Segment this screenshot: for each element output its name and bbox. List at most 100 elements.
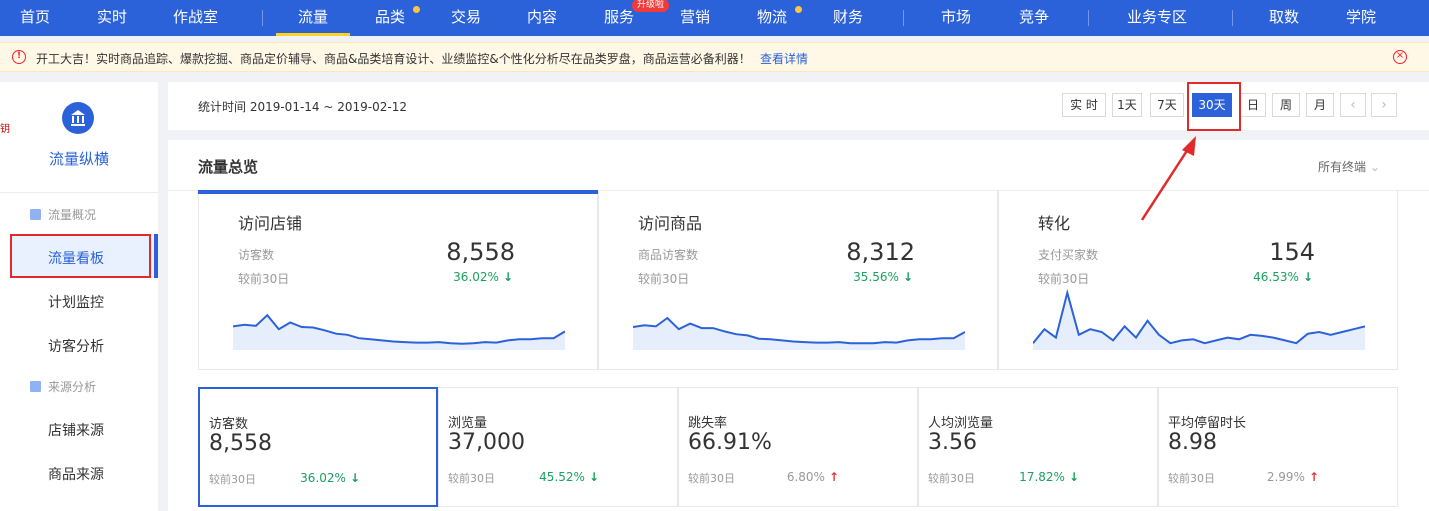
nav-service[interactable]: 服务: [604, 0, 634, 36]
arrow-down-icon: ↓: [502, 270, 513, 284]
nav-category-dot: [413, 6, 420, 13]
notice-detail-link[interactable]: 查看详情: [760, 50, 808, 67]
nav-academy[interactable]: 学院: [1346, 0, 1376, 36]
time-btn-7day[interactable]: 7天: [1150, 93, 1184, 117]
metric-label: 访客数: [209, 417, 249, 432]
nav-separator: [903, 10, 904, 26]
metric-compare-label: 较前30日: [928, 472, 975, 485]
card-label: 商品访客数: [638, 248, 699, 262]
card-value: 8,558: [446, 238, 515, 266]
nav-logistics-dot: [795, 6, 802, 13]
arrow-down-icon: ↓: [1302, 270, 1313, 284]
time-btn-week[interactable]: 周: [1272, 93, 1300, 117]
nav-realtime[interactable]: 实时: [97, 0, 127, 36]
sidebar: 钥 流量纵横 流量概况 流量看板 计划监控 访客分析 来源分析 店铺来源 商品来…: [0, 82, 158, 511]
arrow-up-icon: ↑: [828, 470, 839, 484]
metric-avg-stay-time[interactable]: 平均停留时长 8.98 较前30日 2.99% ↑: [1158, 387, 1398, 507]
card-change-percent: 46.53% ↓: [1253, 270, 1313, 284]
nav-category[interactable]: 品类: [375, 0, 405, 36]
metric-label: 平均停留时长: [1168, 416, 1247, 431]
metric-compare-label: 较前30日: [1168, 472, 1215, 485]
top-nav: 首页 实时 作战室 流量 品类 交易 内容 服务 升级啦 营销 物流 财务 市场…: [0, 0, 1429, 36]
card-label: 支付买家数: [1038, 248, 1099, 262]
document-icon: [30, 381, 41, 392]
nav-traffic[interactable]: 流量: [275, 0, 351, 36]
metric-change-percent: 45.52% ↓: [539, 470, 599, 484]
notice-text: 开工大吉！实时商品追踪、爆款挖掘、商品定价辅导、商品&品类培育设计、业绩监控&个…: [36, 52, 751, 66]
prev-page-button[interactable]: ‹: [1340, 93, 1366, 117]
sparkline-product: [633, 316, 965, 350]
metric-value: 37,000: [448, 430, 525, 455]
sparkline-conversion: [1033, 288, 1365, 350]
metric-label: 跳失率: [688, 416, 728, 431]
sidebar-item-visitor-analysis[interactable]: 访客分析: [48, 336, 104, 356]
arrow-down-icon: ↓: [349, 471, 360, 485]
terminal-select[interactable]: 所有终端 ⌄: [1318, 158, 1380, 175]
metric-label: 浏览量: [448, 416, 488, 431]
card-change-percent: 36.02% ↓: [453, 270, 513, 284]
sidebar-item-shop-source[interactable]: 店铺来源: [48, 420, 104, 440]
arrow-down-icon: ↓: [902, 270, 913, 284]
card-active-accent: [198, 190, 598, 194]
nav-war-room[interactable]: 作战室: [173, 0, 218, 36]
metric-pageviews[interactable]: 浏览量 37,000 较前30日 45.52% ↓: [438, 387, 678, 507]
metric-value: 8,558: [209, 431, 272, 456]
metric-visitors[interactable]: 访客数 8,558 较前30日 36.02% ↓: [198, 387, 438, 507]
card-value: 8,312: [846, 238, 915, 266]
metric-change-percent: 36.02% ↓: [300, 471, 360, 485]
nav-logistics[interactable]: 物流: [757, 0, 787, 36]
sidebar-group-overview: 流量概况: [30, 206, 96, 223]
nav-competition[interactable]: 竞争: [1019, 0, 1049, 36]
nav-separator: [1088, 10, 1089, 26]
sidebar-edge-text: 钥: [0, 124, 10, 135]
nav-trade[interactable]: 交易: [451, 0, 481, 36]
metric-value: 3.56: [928, 430, 977, 455]
nav-marketing[interactable]: 营销: [680, 0, 710, 36]
sidebar-group-source: 来源分析: [30, 378, 96, 395]
time-btn-month[interactable]: 月: [1306, 93, 1334, 117]
next-page-button[interactable]: ›: [1371, 93, 1397, 117]
sparkline-shop: [233, 313, 565, 350]
nav-home[interactable]: 首页: [20, 0, 50, 36]
annotation-box-30day: [1187, 82, 1241, 131]
annotation-box-traffic-board: [10, 234, 151, 278]
stat-time-label: 统计时间 2019-01-14 ~ 2019-02-12: [198, 100, 407, 114]
close-icon[interactable]: ×: [1393, 50, 1407, 64]
arrow-down-icon: ↓: [588, 470, 599, 484]
nav-content[interactable]: 内容: [527, 0, 557, 36]
card-title: 访问店铺: [238, 214, 303, 233]
chevron-down-icon: ⌄: [1369, 160, 1380, 174]
nav-business-zone[interactable]: 业务专区: [1127, 0, 1187, 36]
metric-compare-label: 较前30日: [688, 472, 735, 485]
card-value: 154: [1269, 238, 1315, 266]
metric-compare-label: 较前30日: [448, 472, 495, 485]
card-change-percent: 35.56% ↓: [853, 270, 913, 284]
card-label: 访客数: [238, 248, 275, 262]
time-btn-realtime[interactable]: 实 时: [1062, 93, 1106, 117]
metric-value: 66.91%: [688, 430, 772, 455]
overview-card-product[interactable]: 访问商品 商品访客数 8,312 较前30日 35.56% ↓: [598, 190, 998, 370]
terminal-select-value: 所有终端: [1318, 160, 1367, 174]
sidebar-item-product-source[interactable]: 商品来源: [48, 464, 104, 484]
sparkline-area: [633, 318, 965, 350]
nav-data-fetch[interactable]: 取数: [1269, 0, 1299, 36]
traffic-logo-icon: [62, 102, 94, 134]
metric-change-percent: 2.99% ↑: [1266, 470, 1319, 484]
metric-avg-pageviews[interactable]: 人均浏览量 3.56 较前30日 17.82% ↓: [918, 387, 1158, 507]
metric-compare-label: 较前30日: [209, 473, 256, 486]
card-title: 转化: [1038, 214, 1071, 233]
sparkline-area: [233, 315, 565, 350]
panel-title: 流量总览: [198, 158, 259, 176]
overview-card-shop[interactable]: 访问店铺 访客数 8,558 较前30日 36.02% ↓: [198, 190, 598, 370]
nav-finance[interactable]: 财务: [833, 0, 863, 36]
sidebar-active-indicator: [154, 234, 158, 278]
bank-icon: [71, 110, 85, 126]
metric-change-percent: 6.80% ↑: [786, 470, 839, 484]
metric-bounce-rate[interactable]: 跳失率 66.91% 较前30日 6.80% ↑: [678, 387, 918, 507]
nav-separator: [262, 10, 263, 26]
nav-market[interactable]: 市场: [941, 0, 971, 36]
sidebar-item-plan-monitor[interactable]: 计划监控: [48, 292, 104, 312]
time-btn-1day[interactable]: 1天: [1112, 93, 1142, 117]
arrow-down-icon: ↓: [1068, 470, 1079, 484]
time-btn-day[interactable]: 日: [1240, 93, 1266, 117]
